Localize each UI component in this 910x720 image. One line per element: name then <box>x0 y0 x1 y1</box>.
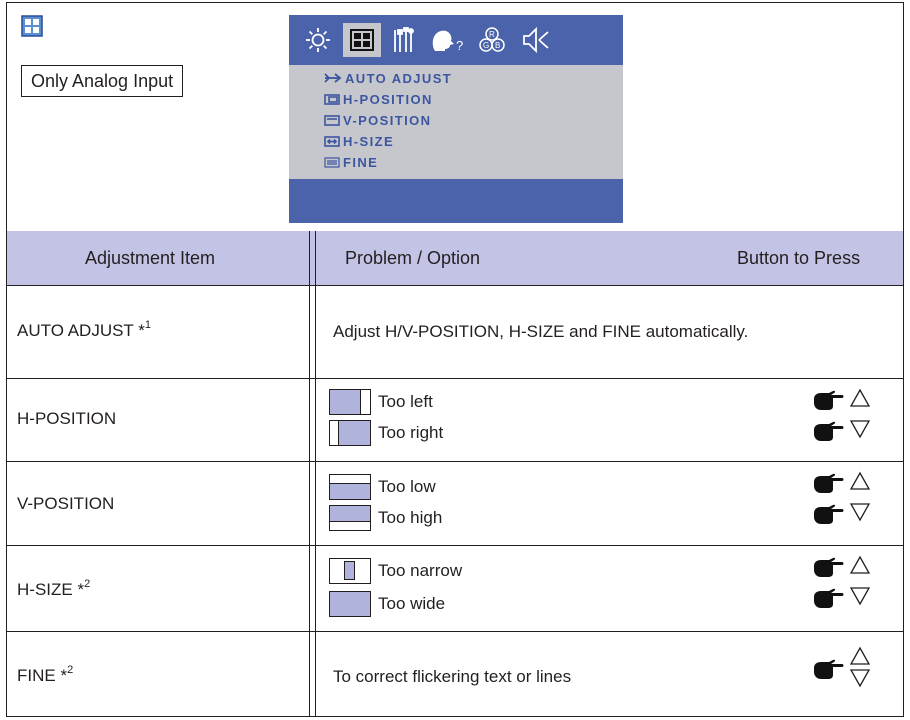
osd-menu-screenshot: ? R G B AUTO ADJUST H-POSITION V-POSITIO… <box>289 15 623 223</box>
svg-text:?: ? <box>456 38 463 53</box>
osd-item-v-position: V-POSITION <box>324 111 431 129</box>
osd-item-fine: FINE <box>324 153 378 171</box>
screen-too-narrow-icon <box>329 558 371 584</box>
option-too-left: Too left <box>328 388 433 415</box>
h-position-icon <box>324 93 340 105</box>
osd-tab-bar: ? R G B <box>289 15 623 65</box>
col-adjustment-item: Adjustment Item <box>85 248 216 268</box>
input-note: Only Analog Input <box>21 65 184 97</box>
fine-icon <box>324 156 340 168</box>
geometry-icon <box>343 23 381 57</box>
down-triangle-icon <box>849 420 871 439</box>
up-triangle-icon <box>849 471 871 490</box>
screen-too-right-icon <box>329 419 371 446</box>
audio-icon <box>517 23 553 57</box>
col-problem-option: Problem / Option <box>345 248 481 268</box>
screen-too-low-icon <box>328 474 371 500</box>
row-description: Adjust H/V-POSITION, H-SIZE and FINE aut… <box>333 322 749 341</box>
option-too-low: Too low <box>328 474 436 500</box>
adjustment-page: Only Analog Input ? R G B AUTO ADJUST H-… <box>6 2 904 717</box>
osd-item-list: AUTO ADJUST H-POSITION V-POSITION H-SIZE… <box>289 65 623 179</box>
option-too-right: Too right <box>329 419 443 446</box>
footnote-mark: 2 <box>84 578 91 590</box>
pointing-hand-icon <box>814 421 844 441</box>
table-row: H-POSITION Too left Too right <box>7 378 903 462</box>
item-label: AUTO ADJUST *1 <box>17 319 151 340</box>
table-row: V-POSITION Too low Too high <box>7 461 903 546</box>
option-too-wide: Too wide <box>328 590 445 617</box>
grid-window-icon <box>21 15 43 37</box>
tools-icon <box>387 23 419 57</box>
column-divider <box>315 231 316 716</box>
svg-text:R: R <box>489 30 495 39</box>
footnote-mark: 2 <box>67 664 74 676</box>
color-icon: R G B <box>475 23 509 57</box>
down-triangle-icon <box>849 503 871 522</box>
item-label: FINE *2 <box>17 664 74 685</box>
pointing-hand-icon <box>814 659 844 679</box>
svg-text:G: G <box>483 41 489 50</box>
item-label: V-POSITION <box>17 494 115 513</box>
v-position-icon <box>324 114 340 126</box>
table-row: AUTO ADJUST *1 Adjust H/V-POSITION, H-SI… <box>7 286 903 379</box>
down-triangle-icon <box>849 669 871 688</box>
option-too-narrow: Too narrow <box>329 558 462 584</box>
col-button-to-press: Button to Press <box>737 248 861 268</box>
item-label: H-POSITION <box>17 409 117 428</box>
osd-item-auto-adjust: AUTO ADJUST <box>324 69 452 87</box>
up-triangle-icon <box>849 388 871 407</box>
arrow-icon <box>324 73 342 83</box>
option-too-high: Too high <box>328 504 442 531</box>
table-header: Adjustment Item Problem / Option Button … <box>7 231 903 286</box>
down-triangle-icon <box>849 587 871 606</box>
up-triangle-icon <box>849 555 871 574</box>
header-area: Only Analog Input ? R G B AUTO ADJUST H-… <box>7 3 903 232</box>
pointing-hand-icon <box>814 473 844 493</box>
h-size-icon <box>324 135 340 147</box>
pointing-hand-icon <box>814 588 844 608</box>
osd-item-h-size: H-SIZE <box>324 132 394 150</box>
item-label: H-SIZE *2 <box>17 578 91 599</box>
pointing-hand-icon <box>814 504 844 524</box>
info-icon: ? <box>427 23 467 57</box>
osd-item-h-position: H-POSITION <box>324 90 433 108</box>
table-row: FINE *2 To correct flickering text or li… <box>7 631 903 718</box>
screen-too-wide-icon <box>328 590 371 617</box>
pointing-hand-icon <box>814 390 844 410</box>
svg-text:B: B <box>495 41 500 50</box>
up-triangle-icon <box>849 646 871 665</box>
pointing-hand-icon <box>814 557 844 577</box>
brightness-icon <box>301 23 335 57</box>
footnote-mark: 1 <box>144 319 151 331</box>
screen-too-high-icon <box>328 504 371 531</box>
table-row: H-SIZE *2 Too narrow Too wide <box>7 545 903 632</box>
column-divider <box>309 231 310 716</box>
row-description: To correct flickering text or lines <box>333 667 572 686</box>
screen-too-left-icon <box>328 388 371 415</box>
